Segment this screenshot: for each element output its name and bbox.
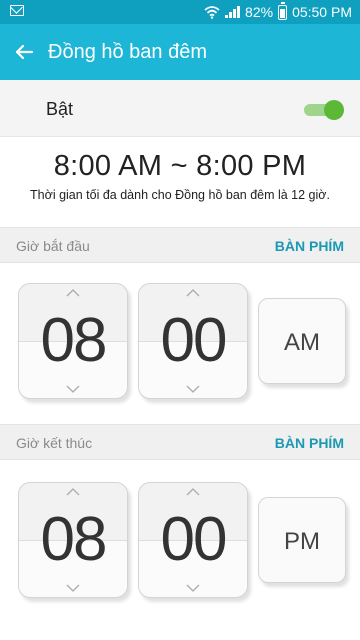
app-bar: Đồng hồ ban đêm	[0, 24, 360, 80]
end-time-header: Giờ kết thúc BÀN PHÍM	[0, 424, 360, 460]
end-minute-spinner[interactable]: 00	[138, 482, 248, 598]
end-hour-spinner[interactable]: 08	[18, 482, 128, 598]
status-icons: 82% 05:50 PM	[204, 1, 352, 20]
chevron-up-icon[interactable]	[66, 488, 80, 496]
end-ampm-toggle[interactable]: PM	[258, 497, 346, 583]
chevron-up-icon[interactable]	[186, 289, 200, 297]
time-range-text: 8:00 AM ~ 8:00 PM	[53, 150, 307, 182]
on-off-switch[interactable]	[304, 100, 344, 120]
start-hour-spinner[interactable]: 08	[18, 283, 128, 399]
status-time: 05:50 PM	[292, 4, 352, 20]
toggle-label: Bật	[46, 99, 74, 119]
end-time-picker: 08 00 PM	[0, 460, 360, 620]
chevron-down-icon[interactable]	[66, 584, 80, 592]
battery-percent: 82%	[245, 4, 274, 20]
start-ampm-toggle[interactable]: AM	[258, 298, 346, 384]
start-time-picker: 08 00 AM	[0, 263, 360, 423]
max-duration-note: Thời gian tối đa dành cho Đồng hồ ban đê…	[30, 188, 330, 202]
end-hour-value: 08	[40, 505, 108, 574]
master-toggle-row[interactable]: Bật	[0, 80, 360, 137]
start-minute-spinner[interactable]: 00	[138, 283, 248, 399]
chevron-down-icon[interactable]	[186, 584, 200, 592]
mail-icon	[10, 5, 24, 16]
wifi-icon	[204, 6, 220, 19]
start-time-label: Giờ bắt đầu	[16, 238, 90, 254]
chevron-up-icon[interactable]	[186, 488, 200, 496]
chevron-down-icon[interactable]	[186, 385, 200, 393]
signal-icon	[225, 6, 241, 18]
back-arrow-icon[interactable]	[10, 38, 38, 66]
status-bar: 82% 05:50 PM	[0, 0, 360, 24]
battery-icon	[278, 1, 288, 20]
end-minute-value: 00	[160, 505, 228, 574]
start-keyboard-button[interactable]: BÀN PHÍM	[275, 238, 344, 254]
end-period-label: PM	[284, 528, 320, 555]
end-time-label: Giờ kết thúc	[16, 435, 93, 451]
end-keyboard-button[interactable]: BÀN PHÍM	[275, 435, 344, 451]
start-time-header: Giờ bắt đầu BÀN PHÍM	[0, 227, 360, 263]
start-minute-value: 00	[160, 306, 228, 375]
start-period-label: AM	[284, 329, 320, 356]
chevron-down-icon[interactable]	[66, 385, 80, 393]
start-hour-value: 08	[40, 306, 108, 375]
chevron-up-icon[interactable]	[66, 289, 80, 297]
page-title: Đồng hồ ban đêm	[48, 41, 208, 63]
